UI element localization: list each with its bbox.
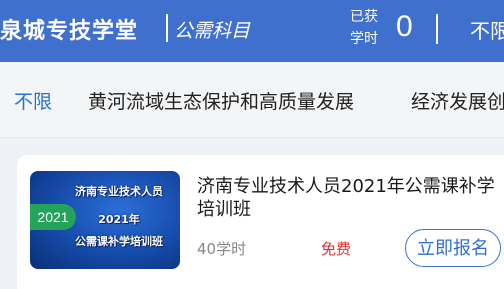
earned-hours-value: 0 (396, 10, 413, 43)
tab-unlimited[interactable]: 不限 (14, 87, 52, 114)
earned-hours-label: 已获 学时 (346, 6, 382, 50)
brand-subtitle: 公需科目 (174, 20, 251, 42)
tab-economic-development[interactable]: 经济发展创 (411, 87, 504, 114)
earned-hours-label-line1: 已获 (350, 9, 378, 25)
brand-divider (166, 14, 168, 42)
enroll-button[interactable]: 立即报名 (405, 229, 501, 267)
header-divider (436, 14, 438, 44)
tab-yellow-river[interactable]: 黄河流域生态保护和高质量发展 (88, 87, 354, 114)
category-tabs: 不限 黄河流域生态保护和高质量发展 经济发展创 (0, 62, 504, 138)
course-hours: 40学时 (197, 240, 247, 258)
course-card[interactable]: 济南专业技术人员 2021年 公需课补学培训班 2021 济南专业技术人员202… (17, 155, 504, 289)
year-badge: 2021 (30, 204, 76, 230)
brand-title: 泉城专技学堂 (0, 19, 139, 44)
course-title[interactable]: 济南专业技术人员2021年公需课补学培训班 (197, 175, 497, 221)
earned-hours-label-line2: 学时 (350, 31, 378, 47)
app-header: 泉城专技学堂 公需科目 已获 学时 0 不限 (0, 0, 504, 62)
course-price: 免费 (321, 240, 352, 258)
filter-dropdown[interactable]: 不限 (470, 15, 504, 44)
course-thumbnail[interactable]: 济南专业技术人员 2021年 公需课补学培训班 2021 (30, 171, 180, 269)
thumbnail-line-3: 公需课补学培训班 (75, 235, 163, 248)
thumbnail-line-1: 济南专业技术人员 (75, 185, 163, 198)
